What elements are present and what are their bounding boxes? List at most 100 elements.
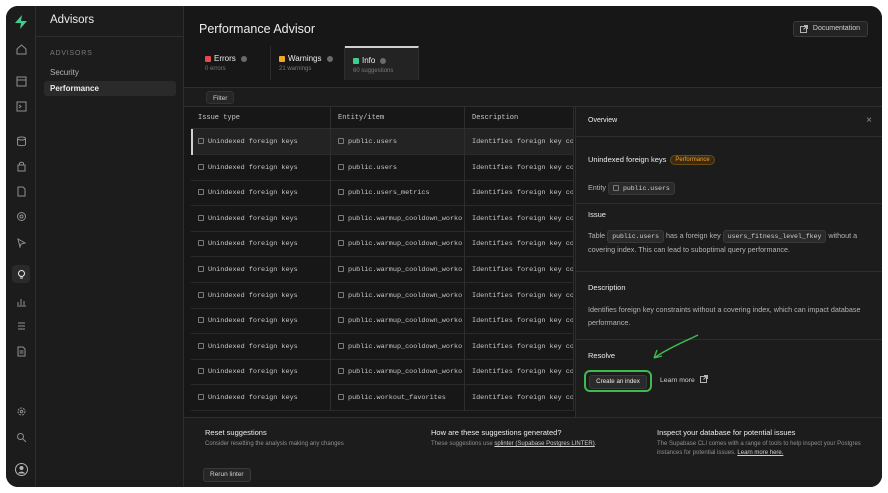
tab-overview[interactable]: Overview xyxy=(588,117,617,124)
api-docs-icon[interactable] xyxy=(12,342,30,360)
home-icon[interactable] xyxy=(12,40,30,58)
learn-more-here-link[interactable]: Learn more here. xyxy=(737,450,783,456)
cell-issue-type: Unindexed foreign keys xyxy=(191,282,331,309)
external-link-icon xyxy=(699,375,708,383)
divider xyxy=(36,36,184,37)
external-link-icon xyxy=(799,25,808,39)
resolve-heading: Resolve xyxy=(588,351,616,360)
cell-issue-type-text: Unindexed foreign keys xyxy=(208,368,298,377)
documentation-label: Documentation xyxy=(812,25,860,32)
table-row[interactable]: Unindexed foreign keys public.users_metri… xyxy=(191,180,574,207)
cell-entity-text: public.warmup_cooldown_worko xyxy=(348,291,463,300)
cell-issue-type: Unindexed foreign keys xyxy=(191,154,331,181)
table-editor-icon[interactable] xyxy=(12,72,30,90)
table-row[interactable]: Unindexed foreign keys public.warmup_cool… xyxy=(191,308,574,335)
how-title: How are these suggestions generated? xyxy=(431,428,562,437)
table-icon xyxy=(198,266,204,272)
sql-editor-icon[interactable] xyxy=(12,97,30,115)
table-icon xyxy=(198,214,204,221)
table-icon xyxy=(338,394,344,400)
database-icon[interactable] xyxy=(12,132,30,150)
cell-description: Identifies foreign key co xyxy=(465,308,574,335)
filter-button[interactable]: Filter xyxy=(206,91,235,104)
table-row[interactable]: Unindexed foreign keys public.warmup_cool… xyxy=(191,231,574,258)
create-index-button[interactable]: Create an index xyxy=(584,370,652,392)
table-icon xyxy=(198,163,204,170)
table-icon xyxy=(198,368,204,375)
table-row[interactable]: Unindexed foreign keys public.warmup_cool… xyxy=(191,359,574,386)
realtime-icon[interactable] xyxy=(12,207,30,225)
tab-errors[interactable]: Errors 0 errors xyxy=(197,46,271,80)
cell-issue-type-text: Unindexed foreign keys xyxy=(208,291,298,300)
cell-description: Identifies foreign key co xyxy=(465,205,574,232)
suggestions-table: Issue type Entity/item Description Unind… xyxy=(191,107,574,417)
footer-info: Reset suggestions Consider resetting the… xyxy=(184,417,882,487)
advisors-menu: Advisors ADVISORS Security Performance xyxy=(36,6,184,487)
advisors-lightbulb-icon[interactable] xyxy=(12,265,30,283)
storage-icon[interactable] xyxy=(12,182,30,200)
cell-entity-text: public.warmup_cooldown_worko xyxy=(348,342,463,351)
edge-functions-icon[interactable] xyxy=(12,233,30,251)
cell-description-text: Identifies foreign key co xyxy=(472,317,574,326)
flag-icon xyxy=(279,55,285,62)
inspect-section: Inspect your database for potential issu… xyxy=(657,428,872,458)
tab-warnings[interactable]: Warnings 21 warnings xyxy=(271,46,345,80)
splinter-link[interactable]: splinter (Supabase Postgres LINTER) xyxy=(494,441,594,447)
cell-description: Identifies foreign key co xyxy=(465,385,574,411)
tab-info[interactable]: Info 60 suggestions xyxy=(345,46,419,80)
table-row[interactable]: Unindexed foreign keys public.warmup_cool… xyxy=(191,257,574,283)
page-title: Performance Advisor xyxy=(199,22,316,36)
rerun-linter-button[interactable]: Rerun linter xyxy=(203,468,251,482)
cell-entity-text: public.warmup_cooldown_worko xyxy=(348,368,463,377)
table-icon xyxy=(338,189,344,196)
logs-icon[interactable] xyxy=(12,317,30,335)
entity-chip: public.users xyxy=(607,182,675,195)
category-badge: Performance xyxy=(670,155,715,165)
column-header-issue-type[interactable]: Issue type xyxy=(191,107,331,129)
cell-description: Identifies foreign key co xyxy=(465,129,574,155)
cell-entity: public.warmup_cooldown_worko xyxy=(331,308,465,335)
cell-issue-type: Unindexed foreign keys xyxy=(191,359,331,386)
description-heading: Description xyxy=(588,283,626,292)
cell-issue-type: Unindexed foreign keys xyxy=(191,257,331,283)
cell-description-text: Identifies foreign key co xyxy=(472,368,574,377)
cell-description-text: Identifies foreign key co xyxy=(472,138,574,146)
cell-entity-text: public.workout_favorites xyxy=(348,394,446,402)
column-header-entity[interactable]: Entity/item xyxy=(331,107,465,129)
menu-item-security[interactable]: Security xyxy=(44,65,176,80)
divider xyxy=(576,203,882,204)
table-row[interactable]: Unindexed foreign keys public.warmup_cool… xyxy=(191,333,574,360)
cell-description-text: Identifies foreign key co xyxy=(472,266,574,274)
cell-entity-text: public.warmup_cooldown_worko xyxy=(348,317,463,326)
table-row[interactable]: Unindexed foreign keys public.users Identi… xyxy=(191,129,574,155)
cell-issue-type-text: Unindexed foreign keys xyxy=(208,342,298,351)
user-avatar-icon[interactable] xyxy=(12,460,30,478)
search-icon[interactable] xyxy=(12,428,30,446)
cell-issue-type-text: Unindexed foreign keys xyxy=(208,189,298,198)
supabase-logo-icon[interactable] xyxy=(13,14,29,35)
learn-more-link[interactable]: Learn more xyxy=(660,375,708,384)
how-section: How are these suggestions generated? The… xyxy=(431,428,641,449)
table-icon xyxy=(338,266,344,272)
cell-issue-type-text: Unindexed foreign keys xyxy=(208,163,298,172)
cell-entity-text: public.users xyxy=(348,138,397,146)
table-icon xyxy=(198,317,204,324)
tab-label: Info xyxy=(362,56,376,65)
learn-more-label: Learn more xyxy=(660,377,695,384)
reset-title: Reset suggestions xyxy=(205,428,267,437)
table-row[interactable]: Unindexed foreign keys public.workout_fav… xyxy=(191,385,574,411)
documentation-button[interactable]: Documentation xyxy=(792,21,868,39)
description-text: Identifies foreign key constraints witho… xyxy=(588,305,861,327)
table-row[interactable]: Unindexed foreign keys public.warmup_cool… xyxy=(191,282,574,309)
column-header-description[interactable]: Description xyxy=(465,107,574,129)
table-row[interactable]: Unindexed foreign keys public.users Identi… xyxy=(191,154,574,181)
settings-gear-icon[interactable] xyxy=(12,402,30,420)
reports-icon[interactable] xyxy=(12,292,30,310)
cell-entity: public.warmup_cooldown_worko xyxy=(331,282,465,309)
menu-item-performance[interactable]: Performance xyxy=(44,81,176,96)
cell-entity-text: public.users xyxy=(348,163,397,172)
close-icon[interactable]: × xyxy=(866,115,872,126)
auth-icon[interactable] xyxy=(12,157,30,175)
table-row[interactable]: Unindexed foreign keys public.warmup_cool… xyxy=(191,205,574,232)
cell-entity: public.users xyxy=(331,129,465,155)
